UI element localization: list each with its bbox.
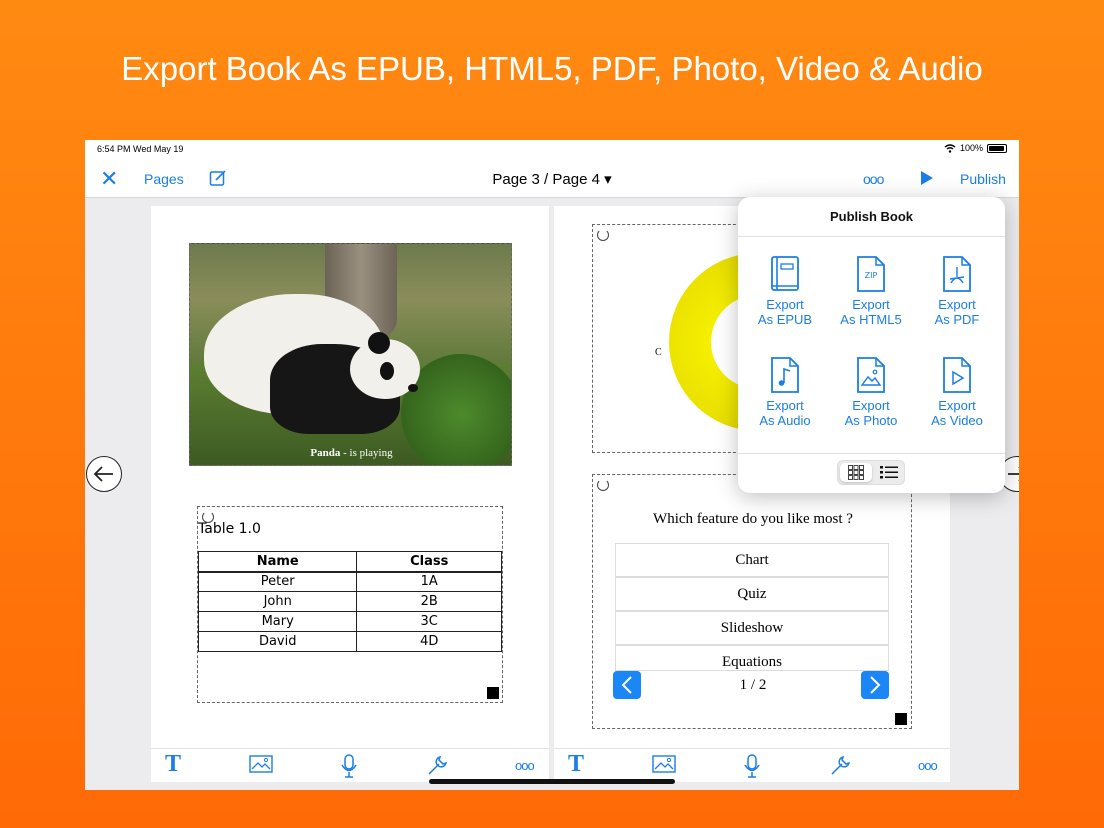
export-audio-button[interactable]: Export As Audio: [745, 356, 825, 428]
quiz-option-chart[interactable]: Chart: [615, 543, 889, 577]
photo-file-icon: [857, 357, 885, 393]
book-icon: [771, 256, 799, 291]
edit-icon[interactable]: [209, 169, 227, 192]
quiz-question: Which feature do you like most ?: [653, 511, 853, 527]
export-epub-button[interactable]: Export As EPUB: [745, 255, 825, 327]
more-icon[interactable]: ooo: [918, 758, 938, 773]
microphone-icon[interactable]: [341, 754, 357, 783]
pages-button[interactable]: Pages: [144, 171, 184, 187]
table-row: Mary 3C: [197, 611, 502, 632]
play-icon[interactable]: [920, 170, 934, 191]
table-row: Peter 1A: [197, 571, 502, 592]
table-caption: Table 1.0: [198, 521, 261, 537]
battery-percent: 100%: [959, 143, 983, 153]
quiz-next-button[interactable]: [861, 671, 889, 699]
ipad-screen: 6:54 PM Wed May 19 100% ✕ Pages Page 3 /…: [85, 140, 1019, 790]
pdf-file-icon: [943, 256, 971, 292]
grid-icon: [848, 465, 864, 480]
home-indicator: [429, 779, 675, 784]
resize-handle[interactable]: [895, 713, 907, 725]
list-icon: [880, 466, 898, 479]
data-table: Name Class Peter 1A John 2B Mary 3C Davi…: [197, 551, 502, 652]
right-toolbar: T ooo: [554, 748, 950, 782]
export-video-button[interactable]: Export As Video: [917, 356, 997, 428]
quiz-option-equations[interactable]: Equations: [615, 645, 889, 671]
table-row: David 4D: [197, 631, 502, 652]
table-header: Name: [197, 551, 358, 573]
export-photo-button[interactable]: Export As Photo: [831, 356, 911, 428]
left-toolbar: T ooo: [151, 748, 549, 782]
wrench-icon[interactable]: [427, 754, 449, 781]
previous-page-button[interactable]: [86, 456, 122, 492]
grid-view-button[interactable]: [840, 463, 872, 482]
arrow-left-icon: [93, 466, 113, 482]
table-row: John 2B: [197, 591, 502, 612]
status-right: 100%: [944, 143, 1007, 153]
table-widget[interactable]: Table 1.0 Name Class Peter 1A John 2B Ma…: [197, 506, 503, 703]
close-icon[interactable]: ✕: [100, 168, 118, 190]
more-icon[interactable]: ooo: [863, 171, 884, 187]
publish-popover: Publish Book Export As EPUB ZIP Export A…: [738, 197, 1005, 493]
left-page: Panda - is playing Table 1.0 Name Class …: [151, 206, 549, 782]
audio-file-icon: [771, 357, 799, 393]
status-bar: 6:54 PM Wed May 19 100%: [85, 140, 1019, 162]
export-html5-button[interactable]: ZIP Export As HTML5: [831, 255, 911, 327]
wifi-icon: [944, 143, 956, 153]
list-view-button[interactable]: [872, 463, 904, 482]
banner-title: Export Book As EPUB, HTML5, PDF, Photo, …: [121, 50, 983, 87]
image-tool-icon[interactable]: [652, 754, 676, 779]
text-tool-icon[interactable]: T: [568, 751, 584, 778]
image-tool-icon[interactable]: [249, 754, 273, 779]
wrench-icon[interactable]: [830, 754, 852, 781]
chevron-right-icon: [870, 676, 881, 694]
svg-text:ZIP: ZIP: [865, 271, 878, 280]
quiz-widget[interactable]: Re Which feature do you like most ? Char…: [592, 474, 912, 729]
table-header: Class: [356, 551, 502, 573]
chart-label: C: [655, 347, 662, 358]
resize-handle[interactable]: [487, 687, 499, 699]
export-pdf-button[interactable]: Export As PDF: [917, 255, 997, 327]
publish-button[interactable]: Publish: [960, 171, 1006, 187]
status-time: 6:54 PM Wed May 19: [97, 144, 184, 154]
zip-file-icon: ZIP: [857, 256, 885, 292]
navigation-bar: ✕ Pages Page 3 / Page 4 ▾ ooo Publish: [85, 162, 1019, 198]
quiz-option-slideshow[interactable]: Slideshow: [615, 611, 889, 645]
text-tool-icon[interactable]: T: [165, 751, 181, 778]
microphone-icon[interactable]: [744, 754, 760, 783]
page-selector[interactable]: Page 3 / Page 4 ▾: [492, 171, 611, 188]
battery-icon: [987, 143, 1007, 153]
more-icon[interactable]: ooo: [515, 758, 535, 773]
popover-title: Publish Book: [829, 209, 914, 224]
quiz-option-quiz[interactable]: Quiz: [615, 577, 889, 611]
panda-photo[interactable]: Panda - is playing: [189, 243, 512, 466]
photo-caption: Panda - is playing: [310, 447, 393, 459]
video-file-icon: [943, 357, 971, 393]
view-mode-toggle: [837, 460, 905, 485]
